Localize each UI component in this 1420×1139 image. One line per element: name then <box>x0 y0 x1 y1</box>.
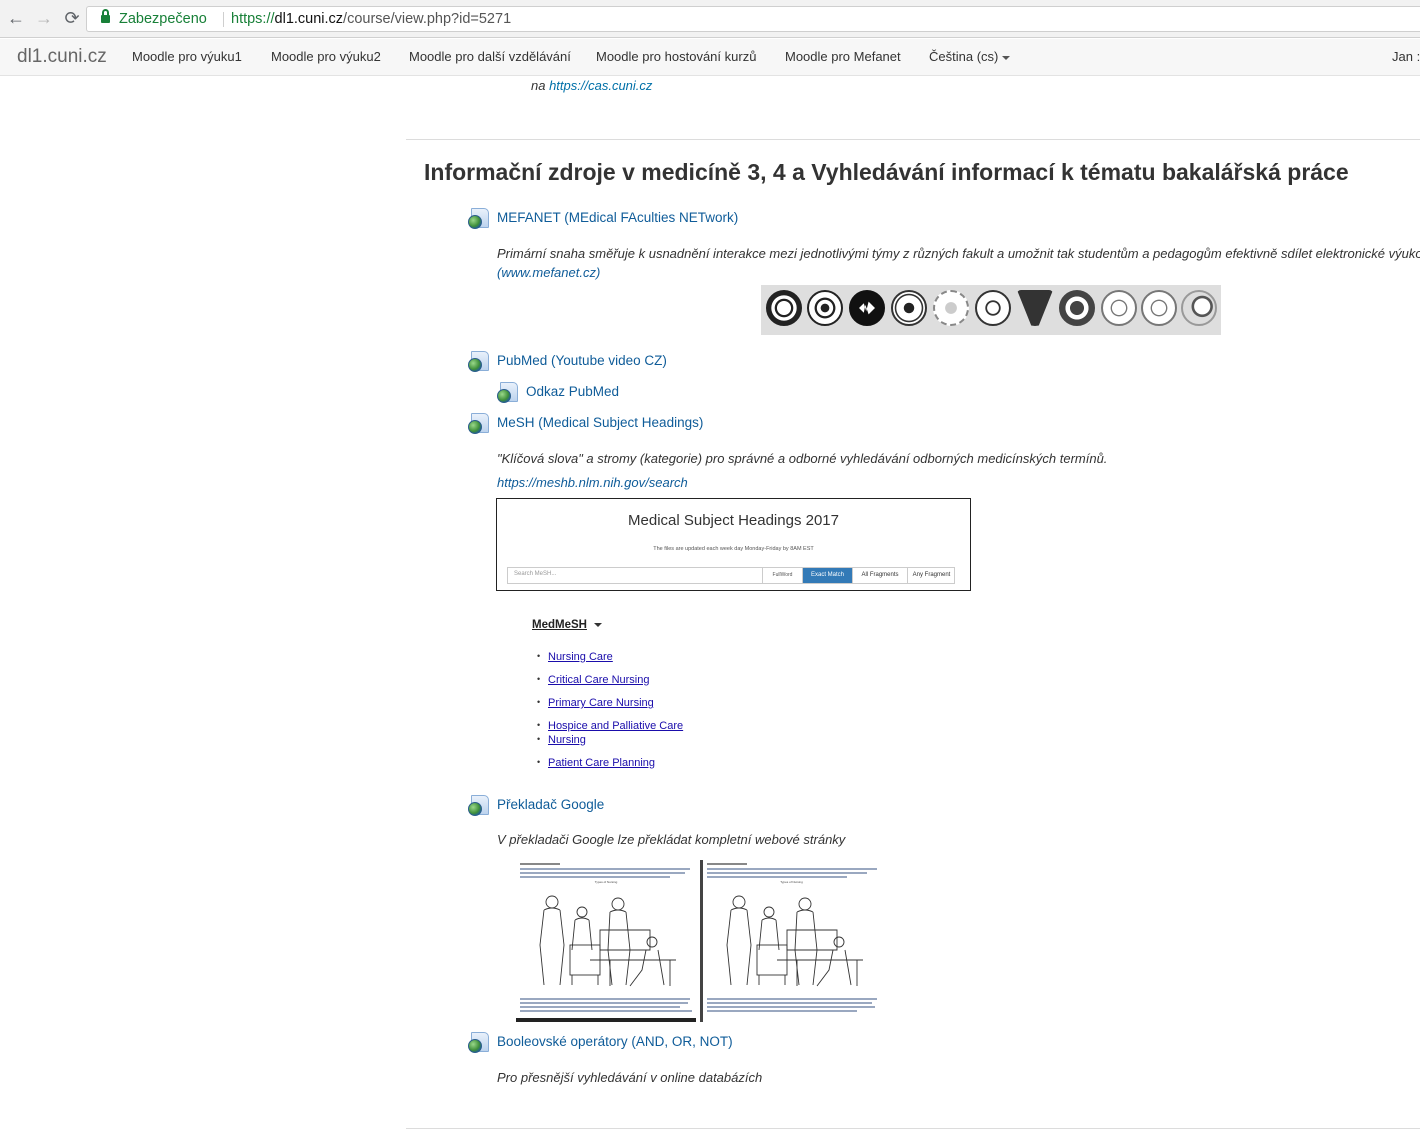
activity-google-translate-label: Překladač Google <box>497 797 605 812</box>
url-activity-icon <box>468 208 490 230</box>
nav-item-moodle-dalsi-vzdelavani[interactable]: Moodle pro další vzdělávání <box>409 49 571 64</box>
translate-left-caption: Types of Nursing <box>594 880 618 884</box>
mesh-search-input: Search MeSH... <box>514 571 557 577</box>
course-content: na https://cas.cuni.cz Informační zdroje… <box>0 76 1420 1139</box>
activity-mesh-label: MeSH (Medical Subject Headings) <box>497 415 704 430</box>
faculty-emblem-icon <box>1141 290 1177 326</box>
chevron-down-icon <box>593 622 602 627</box>
user-menu[interactable]: Jan : <box>1392 49 1420 64</box>
faculty-emblem-icon <box>933 290 969 326</box>
faculty-emblem-icon <box>1181 290 1217 326</box>
activity-boolean-label: Booleovské operátory (AND, OR, NOT) <box>497 1034 733 1049</box>
url-text[interactable]: https://dl1.cuni.cz/course/view.php?id=5… <box>231 7 511 31</box>
forward-arrow-icon[interactable]: → <box>34 8 54 28</box>
secure-label: Zabezpečeno <box>119 11 207 27</box>
faculty-emblem-icon <box>1017 290 1053 326</box>
back-arrow-icon[interactable]: ← <box>6 8 26 28</box>
mefanet-website-link[interactable]: (www.mefanet.cz) <box>497 265 600 280</box>
section-divider-bottom <box>406 1128 1420 1129</box>
activity-pubmed-label: PubMed (Youtube video CZ) <box>497 353 667 368</box>
medmesh-link-nursing-care[interactable]: Nursing Care <box>548 651 613 663</box>
activity-mefanet-label: MEFANET (MEdical FAculties NETwork) <box>497 210 739 225</box>
nursing-illustration-icon <box>726 895 863 987</box>
translate-original-pane: Types of Nursing <box>516 860 696 1022</box>
mesh-description: "Klíčová slova" a stromy (kategorie) pro… <box>497 451 1108 466</box>
nav-item-moodle-vyuka2[interactable]: Moodle pro výuku2 <box>271 49 381 64</box>
url-path: /course/view.php?id=5271 <box>343 11 512 27</box>
url-activity-icon <box>468 351 490 373</box>
chevron-down-icon <box>1002 55 1011 60</box>
mefanet-desc-link-wrap: (www.mefanet.cz) <box>497 265 600 280</box>
translate-scrollbar <box>516 1018 696 1022</box>
cas-login-note: na https://cas.cuni.cz <box>531 78 652 93</box>
mesh-any-fragment-button: Any Fragment <box>907 568 955 583</box>
translate-screenshot: Types of Nursing Types of Nursing <box>516 860 882 1022</box>
medmesh-link-hospice-palliative-cont[interactable]: Nursing <box>548 734 586 746</box>
faculty-emblem-icon <box>1059 290 1095 326</box>
medmesh-link-critical-care-nursing[interactable]: Critical Care Nursing <box>548 674 649 686</box>
faculty-emblem-icon <box>1101 290 1137 326</box>
mesh-screenshot: Medical Subject Headings 2017 The files … <box>496 498 971 591</box>
site-navbar: dl1.cuni.cz Moodle pro výuku1 Moodle pro… <box>0 39 1420 76</box>
medmesh-link-hospice-palliative[interactable]: Hospice and Palliative Care <box>548 720 683 732</box>
cas-link[interactable]: https://cas.cuni.cz <box>549 78 652 93</box>
language-label: Čeština (cs) <box>929 49 999 64</box>
url-activity-icon <box>468 795 490 817</box>
nav-item-moodle-mefanet[interactable]: Moodle pro Mefanet <box>785 49 901 64</box>
url-activity-icon <box>497 382 519 404</box>
section-title: Informační zdroje v medicíně 3, 4 a Vyhl… <box>424 159 1349 185</box>
activity-pubmed-link-label: Odkaz PubMed <box>526 384 620 399</box>
translate-translated-pane: Types of Nursing <box>700 860 880 1022</box>
faculty-emblem-icon <box>975 290 1011 326</box>
nav-item-moodle-vyuka1[interactable]: Moodle pro výuku1 <box>132 49 242 64</box>
address-bar[interactable]: Zabezpečeno https://dl1.cuni.cz/course/v… <box>86 6 1420 32</box>
browser-toolbar: ← → ⟳ Zabezpečeno https://dl1.cuni.cz/co… <box>0 0 1420 38</box>
mesh-exact-match-button: Exact Match <box>802 568 852 583</box>
mesh-link-wrap: https://meshb.nlm.nih.gov/search <box>497 475 688 490</box>
url-host: dl1.cuni.cz <box>274 11 344 27</box>
medmesh-link-primary-care-nursing[interactable]: Primary Care Nursing <box>548 697 654 709</box>
faculty-emblem-icon <box>766 290 802 326</box>
mesh-update-note: The files are updated each week day Mond… <box>653 546 814 552</box>
lock-icon <box>101 9 110 24</box>
mesh-search-select: FullWord <box>762 568 802 583</box>
url-separator <box>223 12 224 27</box>
medmesh-link-patient-care-planning[interactable]: Patient Care Planning <box>548 757 655 769</box>
mefanet-description: Primární snaha směřuje k usnadnění inter… <box>497 246 1420 261</box>
google-translate-description: V překladači Google lze překládat komple… <box>497 832 846 847</box>
nursing-illustration-icon <box>539 895 676 987</box>
faculty-emblem-icon <box>849 290 885 326</box>
mesh-search-link[interactable]: https://meshb.nlm.nih.gov/search <box>497 475 688 490</box>
mesh-search-bar: Search MeSH... FullWord Exact Match All … <box>507 567 955 584</box>
boolean-description: Pro přesnější vyhledávání v online datab… <box>497 1070 763 1085</box>
mefanet-faculty-logos <box>761 285 1221 335</box>
language-menu[interactable]: Čeština (cs) <box>929 49 1011 64</box>
mesh-all-fragments-button: All Fragments <box>852 568 907 583</box>
reload-icon[interactable]: ⟳ <box>62 8 82 28</box>
cas-prefix: na <box>531 78 550 93</box>
url-scheme: https:// <box>231 11 275 27</box>
nav-item-moodle-hostovani[interactable]: Moodle pro hostování kurzů <box>596 49 756 64</box>
site-brand[interactable]: dl1.cuni.cz <box>17 46 107 68</box>
url-activity-icon <box>468 413 490 435</box>
mesh-title: Medical Subject Headings 2017 <box>628 512 839 529</box>
url-activity-icon <box>468 1032 490 1054</box>
faculty-emblem-icon <box>807 290 843 326</box>
medmesh-dropdown[interactable]: MedMeSH <box>532 619 602 631</box>
section-divider-top <box>406 139 1420 140</box>
translate-right-caption: Types of Nursing <box>780 880 803 884</box>
medmesh-title: MedMeSH <box>532 619 587 631</box>
faculty-emblem-icon <box>891 290 927 326</box>
